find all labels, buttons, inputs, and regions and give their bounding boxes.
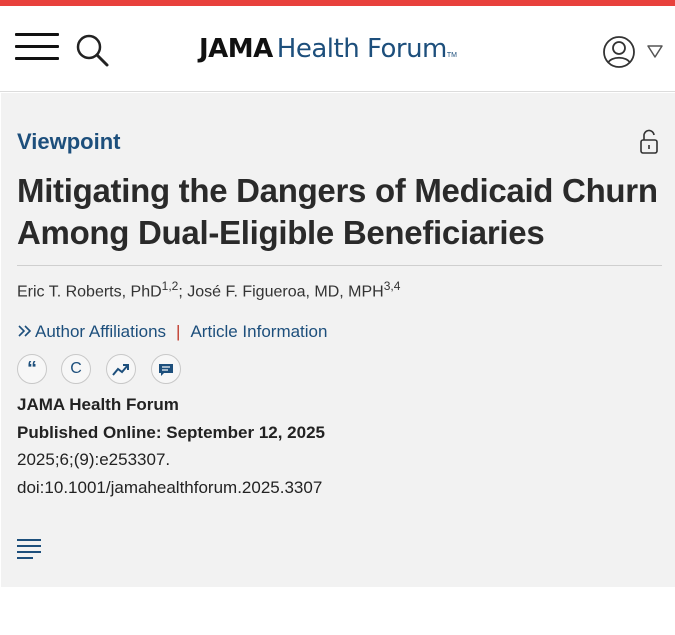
author-name[interactable]: Eric T. Roberts, PhD bbox=[17, 283, 162, 300]
site-header: JAMA Health ForumTM bbox=[0, 6, 675, 92]
author-separator: ; bbox=[178, 283, 188, 301]
doi[interactable]: doi:10.1001/jamahealthforum.2025.3307 bbox=[17, 478, 322, 498]
metrics-button[interactable] bbox=[106, 354, 136, 384]
quote-icon: “ bbox=[27, 358, 37, 380]
journal-name: JAMA Health Forum bbox=[17, 395, 179, 414]
search-icon[interactable] bbox=[76, 34, 110, 68]
author-affiliation-marker: 1,2 bbox=[161, 279, 179, 293]
table-of-contents-icon[interactable] bbox=[17, 539, 43, 559]
author-list: Eric T. Roberts, PhD1,2; José F. Figuero… bbox=[17, 279, 400, 301]
published-date: Published Online: September 12, 2025 bbox=[17, 423, 325, 442]
title-divider bbox=[17, 265, 662, 266]
author-affiliations-link[interactable]: Author Affiliations bbox=[17, 322, 166, 341]
citation-line: 2025;6;(9):e253307. bbox=[17, 450, 171, 469]
links-separator: | bbox=[176, 322, 181, 341]
article-header-panel: Viewpoint Mitigating the Dangers of Medi… bbox=[1, 93, 675, 587]
comment-icon bbox=[159, 364, 173, 376]
author-affiliations-label: Author Affiliations bbox=[35, 322, 167, 341]
logo-secondary: Health Forum bbox=[276, 34, 448, 64]
article-type-label: Viewpoint bbox=[17, 129, 121, 154]
journal-logo[interactable]: JAMA Health ForumTM bbox=[199, 31, 457, 67]
permissions-icon: C bbox=[70, 360, 82, 377]
author-affiliation-marker: 3,4 bbox=[383, 279, 401, 293]
article-title: Mitigating the Dangers of Medicaid Churn… bbox=[17, 172, 658, 251]
user-account-icon[interactable] bbox=[602, 35, 636, 69]
article-links-row: Author Affiliations | Article Information bbox=[17, 322, 327, 342]
article-information-link[interactable]: Article Information bbox=[190, 322, 327, 341]
cite-button[interactable]: “ bbox=[17, 354, 47, 384]
caret-down-icon[interactable] bbox=[646, 43, 664, 59]
logo-trademark: TM bbox=[446, 52, 457, 59]
trending-up-icon bbox=[112, 364, 129, 376]
double-chevron-right-icon bbox=[18, 325, 32, 337]
author-name[interactable]: José F. Figueroa, MD, MPH bbox=[187, 283, 384, 300]
comment-button[interactable] bbox=[151, 354, 181, 384]
logo-primary: JAMA bbox=[199, 34, 273, 64]
hamburger-menu-icon[interactable] bbox=[15, 33, 61, 63]
open-access-lock-icon[interactable] bbox=[639, 129, 659, 155]
permissions-button[interactable]: C bbox=[61, 354, 91, 384]
